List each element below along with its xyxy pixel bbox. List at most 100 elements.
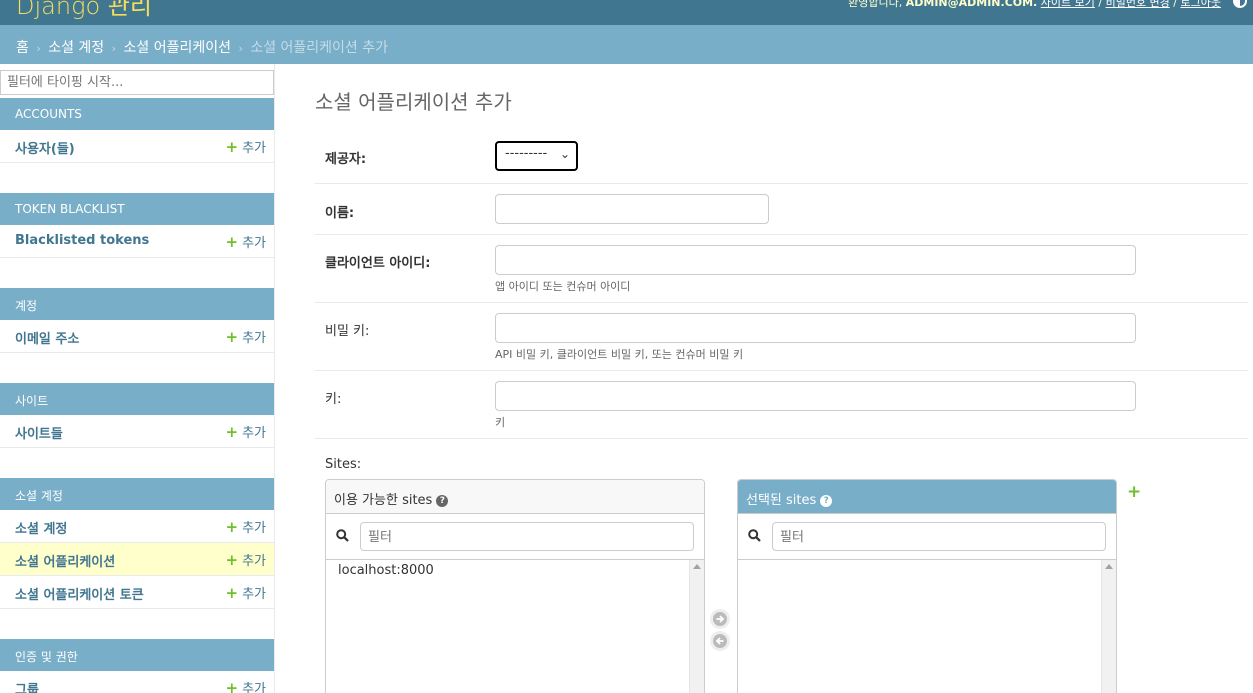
module-caption[interactable]: ACCOUNTS [0, 98, 274, 130]
change-password-link[interactable]: 비밀번호 변경 [1106, 0, 1170, 9]
sidebar-item-groups: 그룹 + 추가 [0, 671, 274, 693]
add-label: 추가 [242, 236, 266, 251]
add-link[interactable]: + 추가 [226, 422, 267, 441]
plus-icon: + [225, 423, 239, 441]
breadcrumb-separator: › [36, 42, 41, 55]
add-label: 추가 [242, 141, 266, 156]
add-link[interactable]: + 추가 [226, 583, 267, 602]
user-tools-separator: / [1173, 0, 1178, 9]
breadcrumb-separator: › [111, 42, 117, 55]
logout-link[interactable]: 로그아웃 [1181, 0, 1221, 9]
scroll-up-arrow-icon[interactable] [1105, 564, 1113, 569]
client-id-label: 클라이언트 아이디: [325, 256, 431, 271]
module-account: 계정 이메일 주소 + 추가 [0, 288, 274, 353]
sites-chosen-title-text: 선택된 sites [746, 493, 817, 508]
scroll-up-arrow-icon[interactable] [693, 564, 701, 569]
model-link[interactable]: 이메일 주소 [15, 328, 79, 347]
page-title: 소셜 어플리케이션 추가 [315, 90, 512, 114]
key-label: 키: [325, 392, 342, 407]
welcome-text: 환영합니다, [848, 0, 903, 9]
sites-label: Sites: [325, 457, 362, 472]
arrow-left-icon [713, 634, 727, 648]
module-token-blacklist: TOKEN BLACKLIST Blacklisted tokens + 추가 [0, 193, 274, 258]
add-label: 추가 [242, 682, 266, 693]
secret-label: 비밀 키: [325, 324, 370, 339]
model-link[interactable]: 소셜 어플리케이션 토큰 [15, 584, 144, 603]
model-link[interactable]: 소셜 계정 [15, 518, 67, 537]
name-input[interactable] [495, 194, 769, 224]
scrollbar[interactable] [689, 560, 704, 693]
plus-icon: + [225, 328, 239, 346]
model-link[interactable]: 사용자(들) [15, 138, 75, 157]
provider-select[interactable]: --------- ⌄ [495, 141, 578, 171]
sidebar-item-blacklisted-tokens: Blacklisted tokens + 추가 [0, 225, 274, 258]
key-input[interactable] [495, 381, 1136, 411]
add-link[interactable]: + 추가 [226, 137, 267, 156]
add-link[interactable]: + 추가 [226, 678, 267, 693]
sites-chosen-list[interactable] [738, 560, 1116, 693]
breadcrumb-current: 소셜 어플리케이션 추가 [250, 40, 389, 56]
model-link[interactable]: 그룹 [15, 679, 39, 693]
breadcrumb-socialaccount[interactable]: 소셜 계정 [48, 40, 104, 56]
add-link[interactable]: + 추가 [226, 232, 267, 251]
breadcrumb: 홈 › 소셜 계정 › 소셜 어플리케이션 › 소셜 어플리케이션 추가 [0, 25, 1253, 64]
plus-icon: + [225, 584, 239, 602]
add-label: 추가 [242, 587, 266, 602]
site-branding[interactable]: Django 관리 [16, 0, 152, 21]
plus-icon: + [225, 551, 239, 569]
plus-icon: + [225, 233, 239, 251]
sidebar-item-social-applications: 소셜 어플리케이션 + 추가 [0, 543, 274, 576]
module-caption[interactable]: 사이트 [0, 383, 274, 415]
name-label: 이름: [325, 206, 355, 221]
sites-available-title-text: 이용 가능한 sites [334, 493, 433, 508]
form-row-provider: 제공자: --------- ⌄ [315, 128, 1248, 184]
module-auth: 인증 및 권한 그룹 + 추가 [0, 639, 274, 693]
sites-chosen-box: 선택된 sites? [737, 479, 1117, 693]
user-tools-separator: / [1098, 0, 1103, 9]
help-icon[interactable]: ? [436, 494, 449, 507]
secret-input[interactable] [495, 313, 1136, 343]
plus-icon: + [225, 518, 239, 536]
module-caption[interactable]: 인증 및 권한 [0, 639, 274, 671]
module-caption[interactable]: 계정 [0, 288, 274, 320]
model-link[interactable]: 사이트들 [15, 423, 63, 442]
model-link[interactable]: Blacklisted tokens [15, 233, 149, 248]
client-id-input[interactable] [495, 245, 1136, 275]
model-link[interactable]: 소셜 어플리케이션 [15, 551, 115, 570]
add-link[interactable]: + 추가 [226, 327, 267, 346]
module-caption[interactable]: 소셜 계정 [0, 478, 274, 510]
view-site-link[interactable]: 사이트 보기 [1041, 0, 1095, 9]
sites-chosen-filter [738, 514, 1116, 560]
form-row-client-id: 클라이언트 아이디: 앱 아이디 또는 컨슈머 아이디 [315, 235, 1248, 303]
nav-sidebar: ACCOUNTS 사용자(들) +추가 TOKEN BLACKLIST Blac… [0, 64, 275, 693]
breadcrumb-separator: › [238, 42, 243, 55]
plus-icon: + [225, 679, 239, 693]
scrollbar[interactable] [1101, 560, 1116, 693]
sites-available-list[interactable]: localhost:8000 [326, 560, 704, 693]
form-row-name: 이름: [315, 184, 1248, 235]
breadcrumb-socialapp[interactable]: 소셜 어플리케이션 [124, 40, 232, 56]
add-site-plus-icon[interactable]: + [1127, 482, 1141, 502]
user-tools: 환영합니다, ADMIN@ADMIN.COM. 사이트 보기 / 비밀번호 변경… [848, 0, 1221, 10]
remove-button[interactable] [710, 631, 730, 651]
sidebar-item-users: 사용자(들) + 추가 [0, 130, 274, 163]
add-link[interactable]: + 추가 [226, 517, 267, 536]
choose-button[interactable] [710, 609, 730, 629]
theme-toggle-icon[interactable] [1233, 0, 1247, 8]
list-item[interactable]: localhost:8000 [338, 563, 434, 578]
module-caption[interactable]: TOKEN BLACKLIST [0, 193, 274, 225]
help-icon[interactable]: ? [820, 494, 833, 507]
form-row-key: 키: 키 [315, 371, 1248, 439]
sites-available-box: 이용 가능한 sites? localhost:8000 [325, 479, 705, 693]
user-name: ADMIN@ADMIN.COM. [905, 0, 1038, 9]
add-link[interactable]: + 추가 [226, 550, 267, 569]
sites-available-filter-input[interactable] [360, 522, 694, 551]
add-label: 추가 [242, 331, 266, 346]
form-row-secret: 비밀 키: API 비밀 키, 클라이언트 비밀 키, 또는 컨슈머 비밀 키 [315, 303, 1248, 371]
sites-available-title: 이용 가능한 sites? [326, 480, 704, 514]
nav-filter-input[interactable] [0, 70, 274, 95]
sites-chosen-filter-input[interactable] [772, 522, 1106, 551]
breadcrumb-home[interactable]: 홈 [16, 40, 29, 56]
module-accounts: ACCOUNTS 사용자(들) + 추가 [0, 98, 274, 163]
secret-help: API 비밀 키, 클라이언트 비밀 키, 또는 컨슈머 비밀 키 [495, 348, 744, 361]
